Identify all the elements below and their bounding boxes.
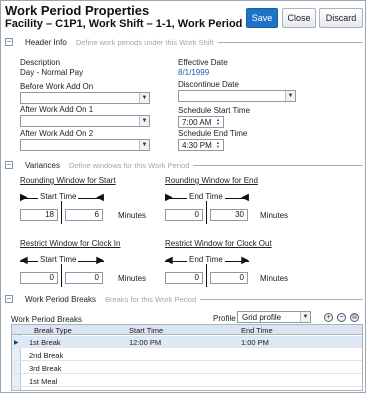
diagram-label: End Time (187, 255, 225, 264)
collapse-icon[interactable]: − (5, 295, 13, 303)
arrow-right-icon: ▶ (165, 192, 173, 203)
grid-label: Work Period Breaks (11, 315, 82, 324)
chevron-down-icon[interactable]: ▼ (139, 116, 149, 126)
page-subtitle: Facility – C1P1, Work Shift – 1-1, Work … (5, 18, 273, 30)
description-value: Day - Normal Pay (20, 68, 84, 77)
restrict-clock-out-after-input[interactable]: 0 (210, 272, 248, 284)
column-header-start-time[interactable]: Start Time (129, 326, 163, 335)
after-work-add-on-1-label: After Work Add On 1 (20, 105, 94, 114)
section-divider (200, 298, 363, 300)
arrow-left-icon: ◀ (20, 255, 28, 266)
restrict-clock-out-before-input[interactable]: 0 (165, 272, 203, 284)
break-type-cell: 1st Break (29, 338, 61, 347)
diagram-label: Start Time (38, 192, 79, 201)
arrow-right-icon: ▶ (20, 192, 28, 203)
section-description: Define work periods under this Work Shif… (75, 37, 214, 47)
title-bar: Work Period Properties Facility – C1P1, … (1, 1, 366, 35)
after-work-add-on-1-select[interactable]: ▼ (20, 115, 150, 127)
table-row[interactable]: 3rd Break (12, 362, 362, 374)
rounding-start-before-input[interactable]: 18 (20, 209, 58, 221)
discontinue-date-label: Discontinue Date (178, 80, 239, 89)
profile-label: Profile (213, 314, 236, 323)
arrow-right-icon: ▶ (96, 255, 104, 266)
minutes-label: Minutes (118, 274, 147, 283)
rounding-end-after-input[interactable]: 30 (210, 209, 248, 221)
page-title: Work Period Properties (5, 3, 150, 18)
schedule-end-time-input[interactable]: 4:30 PM ▲ ▼ (178, 139, 224, 151)
column-header-end-time[interactable]: End Time (241, 326, 273, 335)
arrow-right-icon: ▶ (241, 255, 249, 266)
effective-date-value: 8/1/1999 (178, 68, 210, 77)
schedule-start-time-value: 7:00 AM (182, 117, 212, 127)
chevron-down-icon[interactable]: ▼ (300, 312, 310, 322)
save-button[interactable]: Save (246, 8, 278, 28)
restrict-clock-out-label: Restrict Window for Clock Out (165, 239, 272, 248)
section-title: Work Period Breaks (25, 294, 96, 304)
schedule-start-time-input[interactable]: 7:00 AM ▲ ▼ (178, 116, 224, 128)
grid-settings-icon[interactable]: ▤ (350, 313, 359, 322)
row-pointer-icon: ▶ (14, 340, 19, 346)
schedule-end-time-label: Schedule End Time (178, 129, 248, 138)
rounding-start-after-input[interactable]: 6 (65, 209, 103, 221)
diagram-label: End Time (187, 192, 225, 201)
before-work-add-on-label: Before Work Add On (20, 82, 94, 91)
variances-section-header: − Variances Define windows for this Work… (5, 159, 363, 171)
after-work-add-on-2-label: After Work Add On 2 (20, 129, 94, 138)
break-type-cell: 1st Meal (29, 377, 58, 386)
minutes-label: Minutes (260, 274, 289, 283)
section-description: Define windows for this Work Period (68, 160, 190, 170)
restrict-clock-in-label: Restrict Window for Clock In (20, 239, 121, 248)
diagram-label: Start Time (38, 255, 79, 264)
add-icon[interactable]: + (324, 313, 333, 322)
work-period-breaks-section-header: − Work Period Breaks Breaks for this Wor… (5, 293, 363, 305)
breaks-grid: Break Type Start Time End Time ▶ 1st Bre… (11, 324, 363, 391)
section-divider (217, 41, 363, 43)
grid-header: Break Type Start Time End Time (12, 325, 362, 335)
section-title: Variances (25, 160, 60, 170)
collapse-icon[interactable]: − (5, 161, 13, 169)
effective-date-label: Effective Date (178, 58, 228, 67)
arrow-left-icon: ◀ (96, 192, 104, 203)
table-row[interactable]: ▶ 1st Break 12:00 PM 1:00 PM (12, 336, 362, 348)
profile-select[interactable]: Grid profile ▼ (237, 311, 311, 323)
section-divider (193, 164, 363, 166)
time-spinner[interactable]: ▲ ▼ (216, 118, 222, 126)
break-type-cell: 3rd Break (29, 364, 62, 373)
after-work-add-on-2-select[interactable]: ▼ (20, 139, 150, 151)
discard-button[interactable]: Discard (319, 8, 363, 28)
chevron-down-icon[interactable]: ▼ (139, 140, 149, 150)
collapse-icon[interactable]: − (5, 38, 13, 46)
restrict-clock-in-after-input[interactable]: 0 (65, 272, 103, 284)
arrow-left-icon: ◀ (241, 192, 249, 203)
rounding-end-before-input[interactable]: 0 (165, 209, 203, 221)
minutes-label: Minutes (260, 211, 289, 220)
remove-icon[interactable]: − (337, 313, 346, 322)
discontinue-date-picker[interactable]: ▼ (178, 90, 296, 102)
close-button[interactable]: Close (282, 8, 316, 28)
profile-value: Grid profile (242, 313, 282, 322)
rounding-end-label: Rounding Window for End (165, 176, 258, 185)
time-spinner[interactable]: ▲ ▼ (216, 141, 222, 149)
chevron-down-icon[interactable]: ▼ (285, 91, 295, 101)
section-description: Breaks for this Work Period (105, 294, 197, 304)
break-type-cell: 2nd Break (29, 351, 64, 360)
table-row[interactable]: 1st Meal (12, 375, 362, 387)
column-header-break-type[interactable]: Break Type (34, 326, 72, 335)
schedule-end-time-value: 4:30 PM (182, 140, 212, 150)
chevron-down-icon[interactable]: ▼ (139, 93, 149, 103)
schedule-start-time-label: Schedule Start Time (178, 106, 251, 115)
restrict-clock-in-before-input[interactable]: 0 (20, 272, 58, 284)
header-info-section-header: − Header Info Define work periods under … (5, 36, 363, 48)
section-title: Header Info (25, 37, 67, 47)
rounding-start-label: Rounding Window for Start (20, 176, 116, 185)
before-work-add-on-select[interactable]: ▼ (20, 92, 150, 104)
minutes-label: Minutes (118, 211, 147, 220)
table-row[interactable]: 2nd Break (12, 349, 362, 361)
arrow-left-icon: ◀ (165, 255, 173, 266)
start-time-cell: 12:00 PM (129, 338, 162, 347)
description-label: Description (20, 58, 61, 67)
end-time-cell: 1:00 PM (241, 338, 269, 347)
work-period-properties-window: Work Period Properties Facility – C1P1, … (0, 0, 366, 393)
